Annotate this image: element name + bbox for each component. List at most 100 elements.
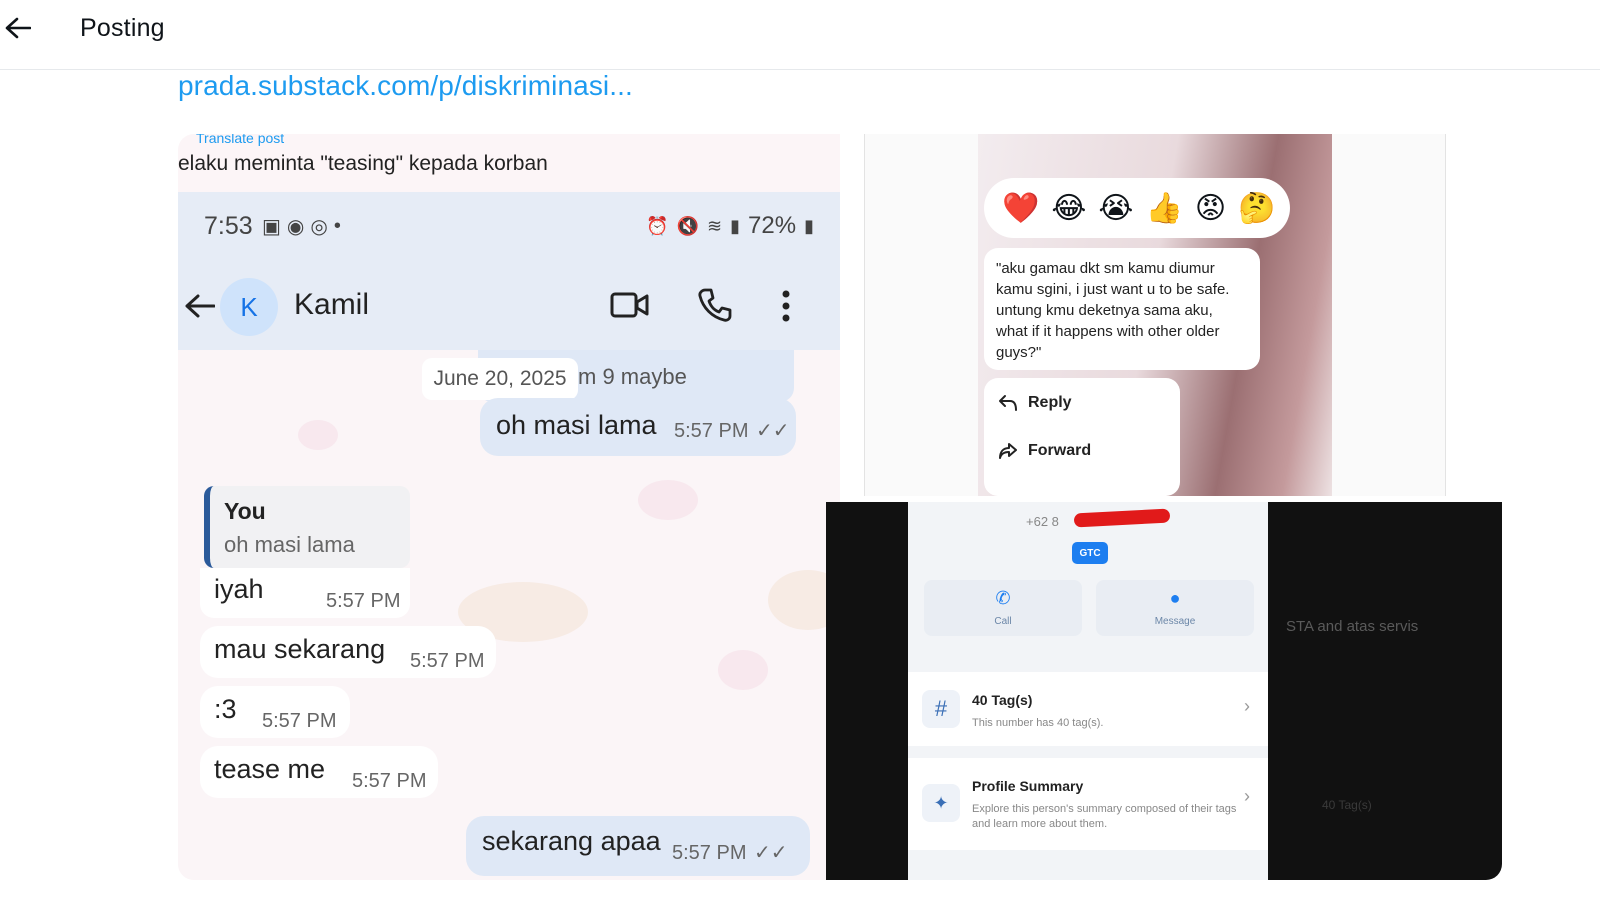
video-call-button[interactable] [610,288,650,327]
chat-header: K Kamil [178,264,840,350]
status-time: 7:53 [204,212,253,240]
post-link[interactable]: prada.substack.com/p/diskriminasi... [178,70,633,102]
more-vertical-icon [782,290,790,322]
menu-item-reply[interactable]: Reply [998,394,1072,412]
phone-icon [698,288,732,322]
message-text: m 9 maybe [578,364,687,389]
message-time: 5:57 PM [674,420,749,442]
profile-summary-row[interactable]: ✦ Profile Summary Explore this person's … [908,758,1268,850]
instagram-icon: ◎ [310,216,328,238]
chevron-right-icon: › [1244,786,1250,806]
reply-quote[interactable]: You oh masi lama [204,486,410,568]
sparkle-icon: ✦ [922,784,960,822]
message-text: oh masi lama [496,410,657,440]
phone-screen: +62 8 GTC ✆ Call ● Message # 40 Tag(s) T… [908,502,1268,880]
menu-item-label: Reply [1028,394,1072,411]
reply-icon [999,395,1017,411]
angry-emoji-icon[interactable]: 😡 [1195,191,1226,226]
battery-icon: ▮ [804,215,814,236]
forward-icon [999,443,1017,459]
dot-icon: • [333,215,341,237]
contact-name[interactable]: Kamil [294,288,369,322]
phone-icon: ✆ [995,588,1011,608]
message-text: sekarang apaa [482,826,661,856]
caption-text: elaku meminta "teasing" kepada korban [178,152,548,175]
message-text: iyah [214,574,264,604]
action-label: Call [994,616,1012,627]
message-bubble-outgoing[interactable]: oh masi lama 5:57 PM ✓✓ [480,398,796,456]
menu-item-label: Forward [1028,442,1092,459]
tags-row[interactable]: # 40 Tag(s) This number has 40 tag(s). › [908,672,1268,746]
alarm-icon: ⏰ [646,215,669,236]
wallpaper-decoration [718,650,768,690]
wifi-icon: ≋ [707,215,723,236]
redaction-scribble [1073,508,1171,528]
chevron-right-icon: › [1244,696,1250,716]
message-bubble-outgoing[interactable]: sekarang apaa 5:57 PM ✓✓ [466,816,810,876]
hash-icon: # [922,690,960,728]
message-action-button[interactable]: ● Message [1096,580,1254,636]
status-bar: 7:53 ▣ ◉ ◎ • ⏰ 🔇 ≋ ▮ 72% ▮ [178,192,840,264]
chat-back-button[interactable] [182,288,218,324]
date-chip: June 20, 2025 [422,358,578,400]
message-text: mau sekarang [214,634,386,664]
menu-item-forward[interactable]: Forward [998,442,1091,460]
quote-author: You [224,498,266,524]
translate-post-label: Translate post [196,134,285,146]
row-title: 40 Tag(s) [972,692,1033,708]
back-button[interactable] [0,10,36,46]
status-system-icons: ⏰ 🔇 ≋ ▮ 72% ▮ [646,212,814,240]
message-bubble-incoming[interactable]: iyah 5:57 PM [200,568,410,618]
read-check-icon: ✓✓ [756,420,790,442]
media-chat-screenshot[interactable]: Translate post elaku meminta "teasing" k… [178,134,842,880]
discord-icon: ◉ [286,216,305,238]
gallery-icon: ▣ [262,216,281,238]
wallpaper-decoration [298,420,338,450]
video-camera-icon [610,292,649,318]
battery-percent: 72% [748,212,797,239]
message-time: 5:57 PM [326,590,401,612]
message-bubble-incoming[interactable]: :3 5:57 PM [200,686,350,738]
heart-emoji-icon[interactable]: ❤️ [1002,191,1039,226]
thinking-emoji-icon[interactable]: 🤔 [1238,191,1275,226]
page-title: Posting [80,14,165,42]
arrow-left-icon [185,294,215,318]
row-title: Profile Summary [972,778,1084,794]
mute-icon: 🔇 [676,215,700,236]
message-icon: ● [1169,588,1181,608]
quote-text: oh masi lama [224,532,355,557]
status-badge: GTC [1072,542,1108,564]
read-check-icon: ✓✓ [754,842,788,864]
call-action-button[interactable]: ✆ Call [924,580,1082,636]
crying-emoji-icon[interactable]: 😭 [1098,191,1133,226]
row-subtitle: Explore this person's summary composed o… [972,803,1237,830]
message-time: 5:57 PM [672,842,747,864]
phone-number: +62 8 [1026,514,1059,529]
avatar[interactable]: K [220,278,278,336]
status-app-icons: ▣ ◉ ◎ • [262,214,341,239]
message-text: tease me [214,754,326,784]
row-subtitle: This number has 40 tag(s). [972,717,1104,729]
ghost-text: STA and atas servis [1286,618,1419,635]
message-time: 5:57 PM [410,650,485,672]
message-time: 5:57 PM [262,710,337,732]
message-text: :3 [214,694,237,724]
wallpaper-decoration [638,480,698,520]
reaction-bar: ❤️ 😂 😭 👍 😡 🤔 [984,178,1290,238]
ghost-tags-text: 40 Tag(s) [1322,798,1372,812]
media-reaction-screenshot[interactable]: ❤️ 😂 😭 👍 😡 🤔 "aku gamau dkt sm kamu dium… [844,134,1502,496]
thumbs-up-emoji-icon[interactable]: 👍 [1145,191,1182,226]
signal-icon: ▮ [730,215,741,236]
more-options-button[interactable] [778,286,794,331]
action-label: Message [1154,616,1196,627]
voice-call-button[interactable] [696,286,734,329]
message-time: 5:57 PM [352,770,427,792]
highlighted-message: "aku gamau dkt sm kamu diumur kamu sgini… [984,248,1260,370]
media-contact-screenshot[interactable]: STA and atas servis 40 Tag(s) +62 8 GTC … [826,502,1502,880]
media-grid: Translate post elaku meminta "teasing" k… [178,134,1502,880]
message-bubble-incoming[interactable]: mau sekarang 5:57 PM [200,626,496,678]
laughing-emoji-icon[interactable]: 😂 [1051,191,1086,226]
message-bubble-incoming[interactable]: tease me 5:57 PM [200,746,438,798]
context-menu: Reply Forward [984,378,1180,496]
top-bar: Posting [0,0,1600,70]
